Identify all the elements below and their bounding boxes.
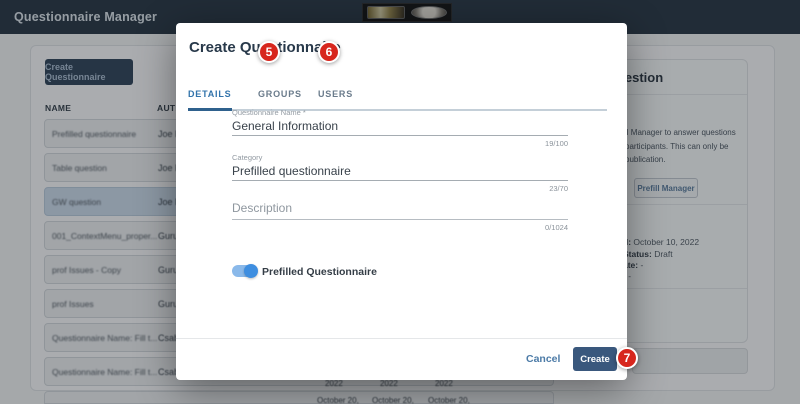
toggle-label: Prefilled Questionnaire <box>262 266 377 278</box>
annotation-badge-7: 7 <box>616 347 638 369</box>
category-char-counter: 23/70 <box>232 184 568 193</box>
description-input[interactable]: Description <box>232 201 292 215</box>
name-char-counter: 19/100 <box>232 139 568 148</box>
questionnaire-name-input[interactable]: General Information <box>232 119 338 133</box>
input-underline <box>232 219 568 220</box>
annotation-badge-6: 6 <box>318 41 340 63</box>
tab-underline-active <box>188 108 232 111</box>
toggle-knob <box>244 264 258 278</box>
input-underline <box>232 180 568 181</box>
prefilled-questionnaire-toggle[interactable] <box>232 265 256 277</box>
description-char-counter: 0/1024 <box>232 223 568 232</box>
tab-details[interactable]: DETAILS <box>188 89 231 99</box>
create-questionnaire-modal: Create Questionnaire DETAILS GROUPS USER… <box>176 23 627 380</box>
questionnaire-name-label: Questionnaire Name * <box>232 108 306 117</box>
cancel-button[interactable]: Cancel <box>526 353 560 365</box>
category-input[interactable]: Prefilled questionnaire <box>232 164 351 178</box>
category-label: Category <box>232 153 262 162</box>
tab-users[interactable]: USERS <box>318 89 353 99</box>
input-underline <box>232 135 568 136</box>
annotation-badge-5: 5 <box>258 41 280 63</box>
tab-groups[interactable]: GROUPS <box>258 89 302 99</box>
create-button[interactable]: Create <box>573 347 617 371</box>
footer-divider <box>176 338 627 339</box>
